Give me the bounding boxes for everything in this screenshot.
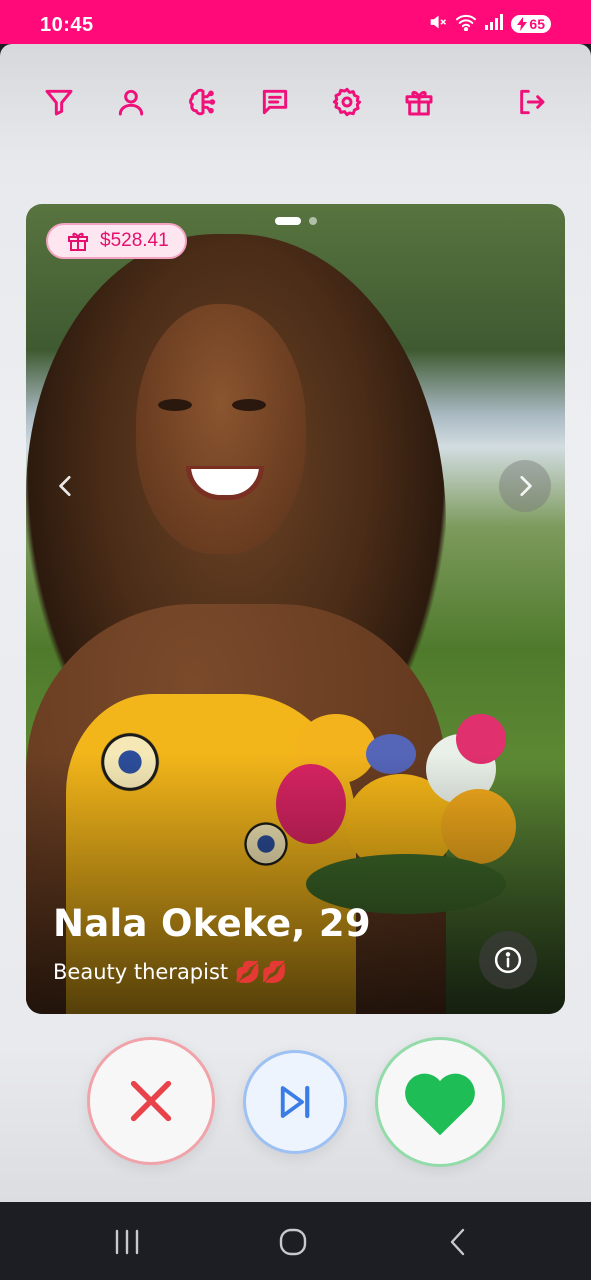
info-icon <box>494 946 522 974</box>
nope-button[interactable] <box>87 1037 215 1165</box>
home-icon[interactable] <box>273 1224 313 1260</box>
profile-occupation: Beauty therapist 💋💋 <box>53 960 288 984</box>
photo-dot[interactable] <box>308 217 317 225</box>
back-icon[interactable] <box>438 1224 478 1260</box>
profile-name-age: Nala Okeke, 29 <box>53 902 371 945</box>
wifi-icon <box>455 13 477 35</box>
system-nav-bar <box>0 1202 591 1280</box>
skip-next-icon <box>280 1085 310 1119</box>
battery-charging-icon: 65 <box>511 15 551 33</box>
top-toolbar <box>0 44 591 164</box>
filter-icon[interactable] <box>41 84 77 120</box>
logout-icon[interactable] <box>513 84 549 120</box>
recent-apps-icon[interactable] <box>107 1224 147 1260</box>
gift-icon[interactable] <box>401 84 437 120</box>
app-surface: $528.41 Nala Okeke, 29 Beauty therapist … <box>0 44 591 1202</box>
mute-icon <box>429 13 447 35</box>
gift-balance-badge[interactable]: $528.41 <box>46 223 187 259</box>
profile-card[interactable]: $528.41 Nala Okeke, 29 Beauty therapist … <box>26 204 565 1014</box>
brain-icon[interactable] <box>185 84 221 120</box>
settings-icon[interactable] <box>329 84 365 120</box>
chevron-right-icon <box>520 475 532 497</box>
battery-level: 65 <box>529 16 545 32</box>
chevron-left-icon <box>59 475 71 497</box>
gift-icon <box>68 232 88 251</box>
chat-icon[interactable] <box>257 84 293 120</box>
signal-icon <box>485 14 504 34</box>
next-photo-button[interactable] <box>499 460 551 512</box>
status-icons: 65 <box>429 13 551 35</box>
profile-icon[interactable] <box>113 84 149 120</box>
profile-info-button[interactable] <box>479 931 537 989</box>
like-button[interactable] <box>375 1037 505 1167</box>
status-bar: 10:45 65 <box>0 0 591 44</box>
previous-photo-button[interactable] <box>40 460 92 512</box>
photo-dot-active[interactable] <box>274 217 301 225</box>
skip-button[interactable] <box>243 1050 347 1154</box>
heart-icon <box>405 1073 475 1136</box>
gift-amount: $528.41 <box>100 230 169 251</box>
status-time: 10:45 <box>40 14 94 36</box>
close-icon <box>130 1080 172 1122</box>
